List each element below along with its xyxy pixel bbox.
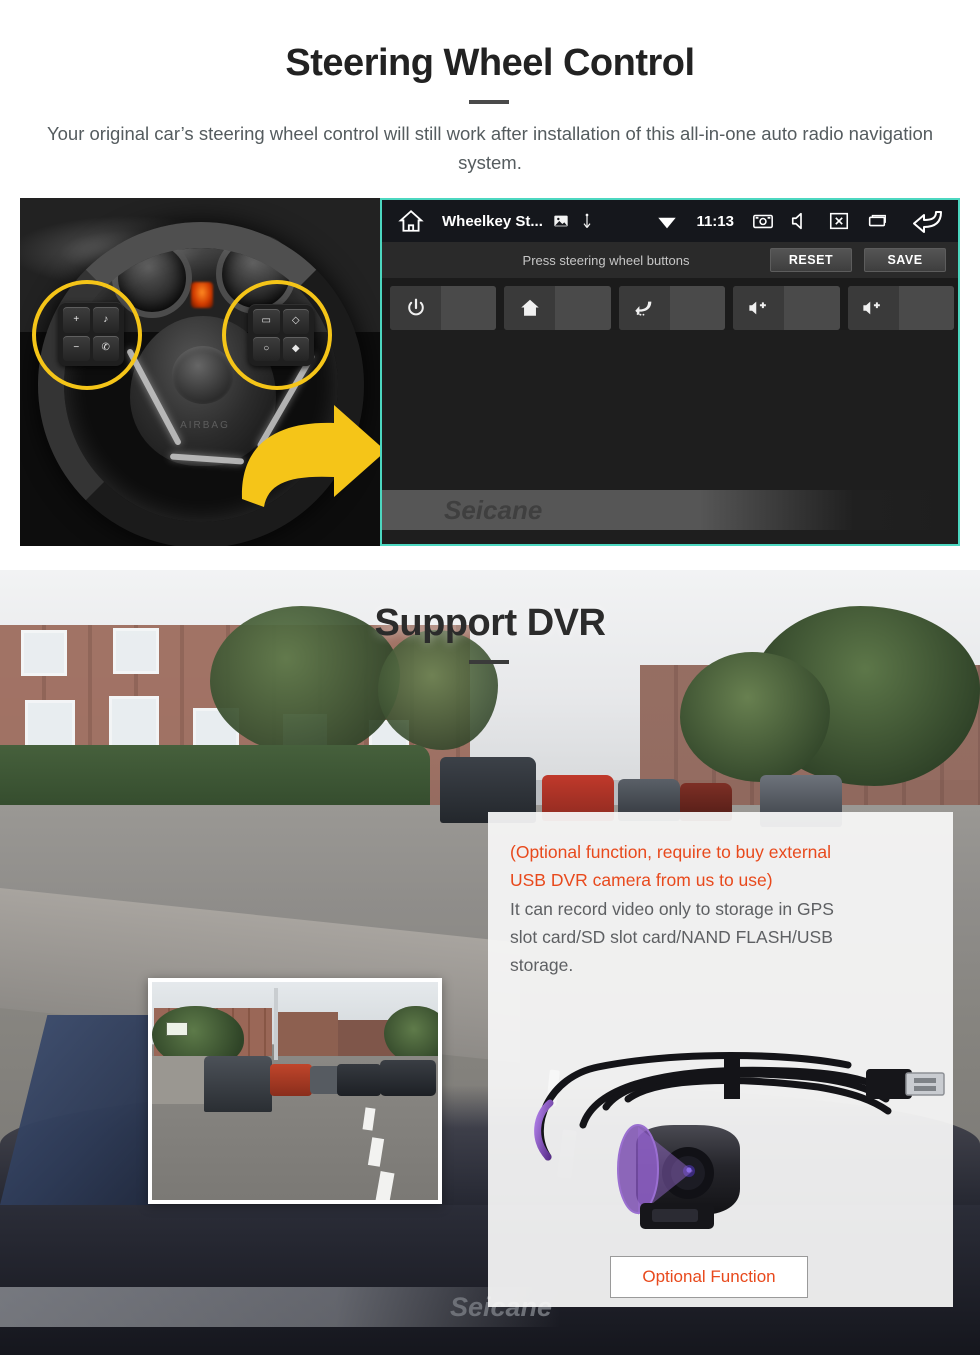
- dvr-body-line-1: It can record video only to storage in G…: [510, 898, 834, 919]
- steering-wheel-control-section: Steering Wheel Control Your original car…: [0, 0, 980, 570]
- key-slot-home[interactable]: [504, 286, 611, 330]
- panel-empty-area: Seicane: [382, 330, 958, 544]
- reset-button[interactable]: RESET: [770, 248, 852, 272]
- highlight-circle-left: [32, 280, 142, 390]
- key-value-volume-up-2[interactable]: [898, 286, 955, 330]
- wifi-icon: [658, 217, 677, 229]
- usb-dvr-camera-image: [534, 1052, 945, 1229]
- section-subtitle: Your original car’s steering wheel contr…: [46, 123, 934, 173]
- app-title: Wheelkey St...: [442, 212, 543, 230]
- watermark-bar: Seicane: [382, 490, 958, 530]
- display-off-icon[interactable]: [828, 210, 850, 232]
- media-row: AIRBAG + ♪ − ✆ ▭ ◇ ○ ◆ Wheelkey St... 11…: [20, 198, 960, 546]
- watermark-text: Seicane: [444, 494, 543, 525]
- home-icon: [504, 286, 556, 330]
- key-slot-volume-up-1[interactable]: [733, 286, 840, 330]
- steering-wheel-photo: AIRBAG + ♪ − ✆ ▭ ◇ ○ ◆: [20, 198, 380, 546]
- dashcam-frame: [152, 982, 438, 1200]
- dvr-warning-line-1: (Optional function, require to buy exter…: [510, 842, 832, 862]
- usb-icon: [583, 213, 591, 229]
- power-icon: [390, 286, 442, 330]
- key-value-home[interactable]: [555, 286, 611, 330]
- dvr-body-line-3: storage.: [510, 955, 574, 976]
- image-icon: [554, 215, 568, 227]
- dvr-description: (Optional function, require to buy exter…: [510, 838, 935, 980]
- save-button[interactable]: SAVE: [864, 248, 946, 272]
- back-icon: [618, 286, 670, 330]
- dvr-watermark-bar: Seicane: [0, 1287, 560, 1327]
- android-radio-screen[interactable]: Wheelkey St... 11:13 Press steering whee…: [380, 198, 960, 546]
- key-slot-volume-up-2[interactable]: [847, 286, 955, 330]
- key-value-power[interactable]: [441, 286, 497, 330]
- back-icon[interactable]: [910, 208, 944, 234]
- airbag-label: AIRBAG: [180, 420, 230, 431]
- dashcam-video-preview: [148, 978, 442, 1204]
- mute-icon[interactable]: [790, 210, 812, 232]
- volume-up-icon: [847, 286, 899, 330]
- key-slot-power[interactable]: [390, 286, 497, 330]
- page-title: Steering Wheel Control: [285, 42, 695, 84]
- dvr-title-divider: [469, 660, 509, 664]
- optional-function-button[interactable]: Optional Function: [610, 1256, 808, 1298]
- home-icon[interactable]: [398, 208, 424, 234]
- tree-center: [378, 630, 498, 750]
- key-value-volume-up-1[interactable]: [784, 286, 840, 330]
- clock: 11:13: [696, 212, 734, 230]
- highlight-circle-right: [222, 280, 332, 390]
- title-divider: [469, 100, 509, 104]
- dvr-title: Support DVR: [374, 602, 606, 644]
- android-status-bar: Wheelkey St... 11:13: [382, 200, 958, 242]
- dvr-body-line-2: slot card/SD slot card/NAND FLASH/USB: [510, 927, 833, 948]
- key-slot-back[interactable]: [618, 286, 726, 330]
- volume-up-icon: [733, 286, 785, 330]
- recents-icon[interactable]: [866, 210, 888, 232]
- yellow-arrow-icon: [241, 405, 380, 507]
- dvr-info-card: (Optional function, require to buy exter…: [488, 812, 953, 1307]
- screenshot-icon[interactable]: [752, 210, 774, 232]
- dvr-warning-line-2: USB DVR camera from us to use): [510, 870, 773, 891]
- wheelkey-toolbar: Press steering wheel buttons RESET SAVE: [382, 242, 958, 278]
- key-value-back[interactable]: [669, 286, 726, 330]
- instruction-text: Press steering wheel buttons: [522, 252, 690, 268]
- key-mapping-row: [390, 286, 955, 330]
